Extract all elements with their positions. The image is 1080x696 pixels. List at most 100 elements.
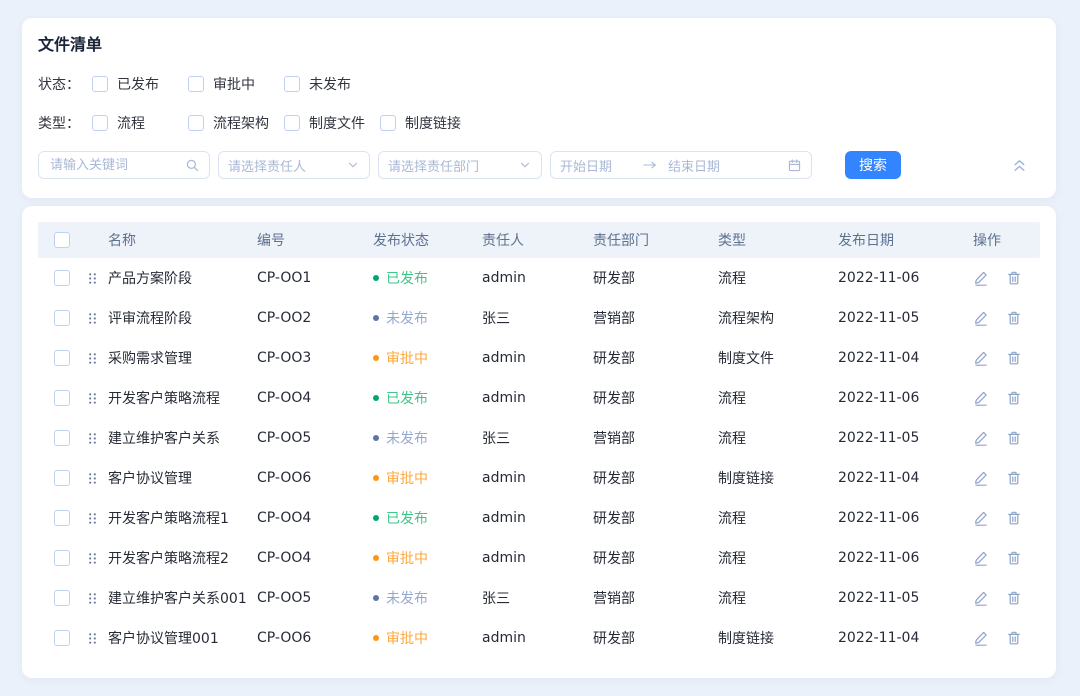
status-filter-option[interactable]: 未发布 xyxy=(284,74,380,94)
row-type: 流程 xyxy=(718,508,838,528)
status-filter-row: 状态： 已发布 审批中 未发布 xyxy=(38,73,1040,95)
edit-pencil-icon[interactable] xyxy=(973,470,989,486)
drag-handle-icon[interactable] xyxy=(86,631,108,646)
type-filter-option[interactable]: 制度链接 xyxy=(380,113,476,133)
search-button[interactable]: 搜索 xyxy=(845,151,901,179)
status-text: 未发布 xyxy=(386,308,428,328)
row-checkbox[interactable] xyxy=(54,590,70,606)
row-type: 流程架构 xyxy=(718,308,838,328)
row-checkbox[interactable] xyxy=(54,470,70,486)
table-row: 产品方案阶段 CP-OO1 已发布 admin 研发部 流程 2022-11-0… xyxy=(38,258,1040,298)
type-filter-option[interactable]: 制度文件 xyxy=(284,113,380,133)
edit-pencil-icon[interactable] xyxy=(973,270,989,286)
drag-handle-icon[interactable] xyxy=(86,511,108,526)
edit-pencil-icon[interactable] xyxy=(973,510,989,526)
row-dept: 营销部 xyxy=(593,588,718,608)
checkbox[interactable] xyxy=(92,76,108,92)
row-checkbox[interactable] xyxy=(54,510,70,526)
checkbox-label: 未发布 xyxy=(309,74,351,94)
row-dept: 营销部 xyxy=(593,428,718,448)
edit-pencil-icon[interactable] xyxy=(973,590,989,606)
trash-icon[interactable] xyxy=(1006,350,1022,366)
status-text: 审批中 xyxy=(386,468,428,488)
drag-handle-icon[interactable] xyxy=(86,591,108,606)
row-name: 采购需求管理 xyxy=(108,348,257,368)
row-code: CP-OO6 xyxy=(257,630,373,646)
row-actions xyxy=(973,470,1040,486)
trash-icon[interactable] xyxy=(1006,390,1022,406)
row-owner: admin xyxy=(482,390,593,406)
edit-pencil-icon[interactable] xyxy=(973,390,989,406)
row-actions xyxy=(973,550,1040,566)
checkbox[interactable] xyxy=(284,76,300,92)
drag-handle-icon[interactable] xyxy=(86,471,108,486)
date-range-picker[interactable]: 开始日期 结束日期 xyxy=(550,151,812,179)
select-all-checkbox[interactable] xyxy=(54,232,70,248)
trash-icon[interactable] xyxy=(1006,430,1022,446)
status-badge: 审批中 xyxy=(373,348,482,368)
row-select-cell xyxy=(38,630,86,646)
drag-handle-icon[interactable] xyxy=(86,391,108,406)
row-select-cell xyxy=(38,310,86,326)
row-checkbox[interactable] xyxy=(54,630,70,646)
status-filter-option[interactable]: 审批中 xyxy=(188,74,284,94)
edit-pencil-icon[interactable] xyxy=(973,430,989,446)
row-checkbox[interactable] xyxy=(54,350,70,366)
row-checkbox[interactable] xyxy=(54,550,70,566)
status-dot-icon xyxy=(373,275,379,281)
row-checkbox[interactable] xyxy=(54,430,70,446)
edit-pencil-icon[interactable] xyxy=(973,350,989,366)
status-filter-option[interactable]: 已发布 xyxy=(92,74,188,94)
trash-icon[interactable] xyxy=(1006,310,1022,326)
edit-pencil-icon[interactable] xyxy=(973,550,989,566)
trash-icon[interactable] xyxy=(1006,510,1022,526)
search-toolbar: 请选择责任人 请选择责任部门 开始日期 xyxy=(38,151,1040,179)
checkbox[interactable] xyxy=(92,115,108,131)
row-date: 2022-11-05 xyxy=(838,430,973,446)
trash-icon[interactable] xyxy=(1006,550,1022,566)
checkbox[interactable] xyxy=(284,115,300,131)
trash-icon[interactable] xyxy=(1006,590,1022,606)
type-filter-option[interactable]: 流程 xyxy=(92,113,188,133)
edit-pencil-icon[interactable] xyxy=(973,310,989,326)
status-text: 已发布 xyxy=(386,508,428,528)
row-select-cell xyxy=(38,350,86,366)
checkbox[interactable] xyxy=(188,76,204,92)
row-checkbox[interactable] xyxy=(54,390,70,406)
row-code: CP-OO5 xyxy=(257,430,373,446)
row-actions xyxy=(973,590,1040,606)
type-filter-option[interactable]: 流程架构 xyxy=(188,113,284,133)
drag-handle-icon[interactable] xyxy=(86,551,108,566)
dept-select[interactable]: 请选择责任部门 xyxy=(378,151,542,179)
row-owner: admin xyxy=(482,630,593,646)
dept-select-placeholder: 请选择责任部门 xyxy=(388,156,518,175)
checkbox[interactable] xyxy=(380,115,396,131)
checkbox[interactable] xyxy=(188,115,204,131)
checkbox-label: 已发布 xyxy=(117,74,159,94)
keyword-input[interactable] xyxy=(48,157,185,174)
row-code: CP-OO3 xyxy=(257,350,373,366)
status-dot-icon xyxy=(373,515,379,521)
drag-handle-icon[interactable] xyxy=(86,431,108,446)
row-dept: 研发部 xyxy=(593,468,718,488)
drag-handle-icon[interactable] xyxy=(86,311,108,326)
calendar-icon xyxy=(787,158,802,173)
double-chevron-up-icon[interactable] xyxy=(1011,157,1028,174)
row-checkbox[interactable] xyxy=(54,310,70,326)
trash-icon[interactable] xyxy=(1006,630,1022,646)
table-row: 评审流程阶段 CP-OO2 未发布 张三 营销部 流程架构 2022-11-05 xyxy=(38,298,1040,338)
trash-icon[interactable] xyxy=(1006,470,1022,486)
status-dot-icon xyxy=(373,435,379,441)
drag-handle-icon[interactable] xyxy=(86,271,108,286)
edit-pencil-icon[interactable] xyxy=(973,630,989,646)
trash-icon[interactable] xyxy=(1006,270,1022,286)
status-dot-icon xyxy=(373,555,379,561)
row-checkbox[interactable] xyxy=(54,270,70,286)
row-owner: 张三 xyxy=(482,588,593,608)
row-select-cell xyxy=(38,550,86,566)
row-dept: 研发部 xyxy=(593,348,718,368)
drag-handle-icon[interactable] xyxy=(86,351,108,366)
row-actions xyxy=(973,390,1040,406)
owner-select[interactable]: 请选择责任人 xyxy=(218,151,370,179)
file-list-page: 文件清单 状态： 已发布 审批中 未发布 类型： xyxy=(0,0,1080,696)
